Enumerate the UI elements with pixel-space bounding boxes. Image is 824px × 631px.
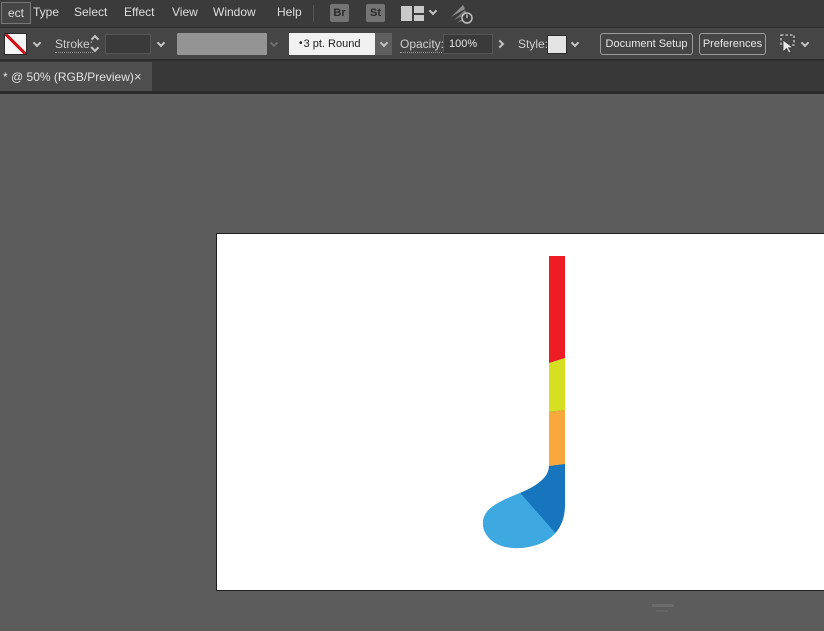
- menu-window[interactable]: Window: [213, 5, 256, 19]
- preferences-button[interactable]: Preferences: [699, 33, 766, 55]
- stroke-color-none-swatch[interactable]: [4, 33, 27, 55]
- menu-effect[interactable]: Effect: [124, 5, 154, 19]
- pasteboard-artifact: [652, 604, 674, 607]
- workspace-block: [414, 15, 424, 21]
- stroke-weight-field[interactable]: [105, 34, 151, 54]
- stick-segment-red[interactable]: [549, 256, 565, 363]
- style-chevron-down-icon[interactable]: [570, 38, 580, 48]
- stock-icon[interactable]: St: [366, 4, 385, 22]
- stroke-color-chevron-down-icon[interactable]: [32, 38, 42, 48]
- illustrator-window: ect Type Select Effect View Window Help …: [0, 0, 824, 631]
- menu-view[interactable]: View: [172, 5, 198, 19]
- menu-help[interactable]: Help: [277, 5, 302, 19]
- bridge-icon[interactable]: Br: [330, 4, 349, 22]
- workspace-switcher-icon[interactable]: [401, 6, 424, 21]
- brush-dot-preview: •: [299, 38, 303, 49]
- stick-segment-yellow-green[interactable]: [549, 358, 565, 412]
- menu-bar: ect Type Select Effect View Window Help …: [0, 0, 824, 28]
- brush-definition-dropdown[interactable]: • 3 pt. Round: [289, 33, 375, 55]
- control-bar: Stroke: • 3 pt. Round Opacity: 100% Styl…: [0, 28, 824, 61]
- document-tab-title: * @ 50% (RGB/Preview): [3, 70, 134, 84]
- opacity-chevron-right-icon[interactable]: [492, 33, 510, 55]
- width-profile-chevron-down-icon: [269, 38, 279, 48]
- menu-select[interactable]: Select: [74, 5, 107, 19]
- stroke-weight-chevron-down-icon[interactable]: [152, 33, 169, 55]
- selection-tool-options-icon[interactable]: [776, 33, 798, 60]
- stick-segment-orange[interactable]: [549, 410, 565, 466]
- share-publish-icon[interactable]: [448, 3, 474, 30]
- tab-close-icon[interactable]: ×: [134, 69, 142, 84]
- selection-options-chevron-down-icon[interactable]: [800, 38, 810, 48]
- graphic-style-swatch[interactable]: [547, 35, 567, 54]
- workspace-block: [401, 6, 412, 21]
- menu-divider: [313, 5, 314, 22]
- brush-definition-value: 3 pt. Round: [303, 38, 361, 50]
- hockey-stick-artwork[interactable]: [0, 94, 824, 631]
- stroke-weight-stepper[interactable]: [90, 34, 103, 54]
- menu-type[interactable]: Type: [33, 5, 59, 19]
- stepper-up-icon[interactable]: [90, 34, 100, 44]
- canvas-area[interactable]: [0, 94, 824, 631]
- workspace-chevron-down-icon[interactable]: [428, 6, 438, 16]
- stepper-down-icon[interactable]: [90, 43, 100, 53]
- opacity-label[interactable]: Opacity:: [400, 37, 445, 53]
- menu-object-partial[interactable]: ect: [1, 2, 32, 24]
- document-tab-bar: * @ 50% (RGB/Preview) ×: [0, 61, 824, 94]
- document-setup-button[interactable]: Document Setup: [600, 33, 693, 55]
- pasteboard-artifact: [656, 610, 668, 612]
- workspace-block: [414, 6, 424, 13]
- stroke-label[interactable]: Stroke:: [55, 37, 94, 53]
- brush-chevron-down-icon[interactable]: [375, 33, 392, 55]
- active-document-tab[interactable]: * @ 50% (RGB/Preview) ×: [0, 62, 152, 91]
- opacity-field[interactable]: 100%: [443, 34, 493, 54]
- width-profile-dropdown: [177, 33, 267, 55]
- style-label: Style:: [518, 37, 549, 51]
